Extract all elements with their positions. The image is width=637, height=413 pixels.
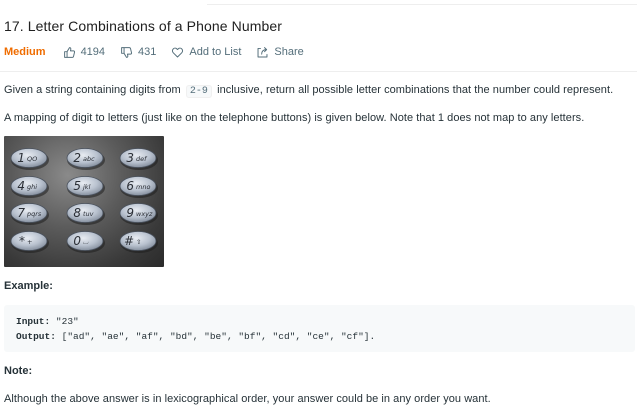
- keypad-digit: 7: [17, 206, 25, 220]
- keypad-letters: ⇧: [136, 238, 141, 246]
- note-heading: Note:: [4, 365, 33, 377]
- keypad-digit: 3: [126, 151, 134, 165]
- example-code-block: Input: "23" Output: ["ad", "ae", "af", "…: [4, 305, 635, 352]
- description-paragraph-2: A mapping of digit to letters (just like…: [4, 112, 585, 124]
- keypad-digit: 4: [17, 179, 25, 193]
- keypad-illustration: 1 QO 2 abc 3 def4 ghi 5 jkl 6 mno7 pqrs 8 tuv 9 wxyz* +0…: [10, 148, 158, 253]
- problem-title: 17. Letter Combinations of a Phone Numbe…: [4, 18, 283, 34]
- output-label: Output:: [16, 331, 56, 342]
- keypad-key-4: 4 ghi: [10, 176, 49, 198]
- keypad-letters: jkl: [82, 183, 91, 191]
- share-icon: [257, 46, 268, 57]
- thumbs-down-icon: [121, 46, 133, 58]
- keypad-key-2: 2 abc: [66, 148, 105, 170]
- keypad-letters: ghi: [27, 183, 37, 191]
- keypad-letters: abc: [83, 155, 95, 163]
- like-count: 4194: [80, 46, 106, 58]
- keypad-letters: ⌴: [83, 238, 89, 246]
- keypad-digit: 1: [17, 151, 25, 165]
- output-value: ["ad", "ae", "af", "bd", "be", "bf", "cd…: [61, 331, 376, 342]
- header-divider: [0, 71, 637, 72]
- keypad-digit: *: [19, 234, 25, 248]
- keypad-digit: 5: [73, 179, 81, 193]
- keypad-key-8: 8 tuv: [66, 203, 105, 225]
- keypad-digit: 8: [73, 206, 81, 220]
- share-button[interactable]: Share: [256, 46, 304, 59]
- like-button[interactable]: 4194: [63, 46, 105, 59]
- keypad-letters: QO: [27, 155, 37, 163]
- add-to-list-button[interactable]: Add to List: [171, 46, 241, 59]
- input-label: Input:: [16, 316, 51, 327]
- keypad-digit: 0: [73, 234, 81, 248]
- keypad-digit: 2: [73, 151, 81, 165]
- dislike-count: 431: [138, 46, 157, 58]
- keypad-digit: 9: [126, 206, 134, 220]
- dislike-button[interactable]: 431: [120, 46, 156, 59]
- p1-text-before: Given a string containing digits from: [4, 84, 181, 96]
- keypad-key-6: 6 mno: [119, 176, 158, 198]
- keypad-key-0: 0 ⌴: [66, 231, 105, 253]
- keypad-letters: +: [27, 238, 32, 246]
- share-label: Share: [274, 46, 304, 58]
- example-heading: Example:: [4, 280, 53, 292]
- keypad-letters: pqrs: [26, 210, 42, 218]
- keypad-key-star: * +: [10, 231, 49, 253]
- keypad-key-7: 7 pqrs: [10, 203, 49, 225]
- keypad-letters: mno: [136, 183, 150, 191]
- digit-range-code: 2-9: [185, 85, 212, 98]
- keypad-digit: #: [124, 234, 134, 248]
- heart-icon: [172, 47, 184, 57]
- keypad-digit: 6: [126, 179, 134, 193]
- note-text: Although the above answer is in lexicogr…: [4, 393, 491, 405]
- telephone-keypad-image: 1 QO 2 abc 3 def 4 ghi 5 jkl 6 mno 7 pqrs 8 tuv 9 wxyz * +0…: [4, 136, 164, 267]
- description-paragraph-1: Given a string containing digits from 2-…: [4, 84, 614, 98]
- difficulty-badge: Medium: [4, 46, 46, 58]
- thumbs-up-icon: [63, 46, 75, 58]
- keypad-letters: wxyz: [136, 210, 153, 218]
- keypad-key-5: 5 jkl: [66, 176, 105, 198]
- keypad-letters: tuv: [83, 210, 94, 218]
- keypad-key-3: 3 def: [119, 148, 158, 170]
- add-to-list-label: Add to List: [189, 46, 242, 58]
- p1-text-after: inclusive, return all possible letter co…: [217, 84, 614, 96]
- top-border: [0, 0, 637, 6]
- problem-meta-bar: Medium 4194 431 Add to List Share: [4, 44, 319, 60]
- input-value: "23": [55, 316, 79, 327]
- keypad-key-9: 9 wxyz: [119, 203, 158, 225]
- keypad-key-hash: # ⇧: [119, 231, 158, 253]
- keypad-letters: def: [136, 155, 148, 163]
- keypad-key-1: 1 QO: [10, 148, 49, 170]
